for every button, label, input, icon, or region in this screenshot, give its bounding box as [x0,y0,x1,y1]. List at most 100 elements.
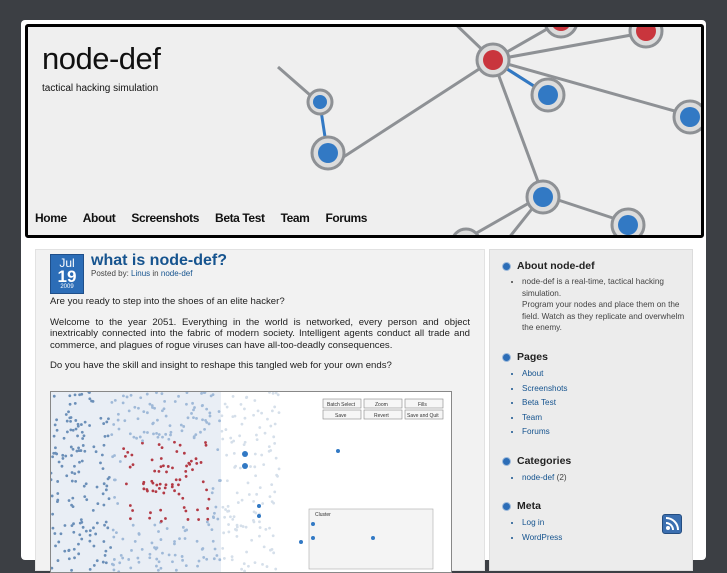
meta-wordpress[interactable]: WordPress [522,533,562,542]
screenshot-dot [104,561,108,565]
screenshot-dot [229,436,233,440]
screenshot-dot [88,539,92,543]
widget-title: Categories [517,455,572,467]
screenshot-dot [104,549,108,553]
screenshot-dot [222,557,226,560]
pages-link-forums[interactable]: Forums [522,427,550,436]
screenshot-dot [145,488,149,491]
screenshot-dot [231,395,235,398]
post-content: Jul 19 2009 what is node-def? Posted by:… [35,249,485,573]
screenshot-dot [196,508,199,512]
screenshot-dot [168,424,172,428]
screenshot-dot [272,501,276,505]
screenshot-dot [243,416,247,420]
nav-forums[interactable]: Forums [325,211,367,225]
rss-feed-icon[interactable] [662,514,682,534]
screenshot-dot [177,492,181,496]
post-date-badge: Jul 19 2009 [50,254,84,294]
screenshot-dot [70,479,74,483]
widget-about: About node-def node-def is a real-time, … [502,260,687,334]
screenshot-dot [113,454,116,457]
screenshot-dot [235,491,239,495]
screenshot-dot [63,549,67,553]
screenshot-dot [247,564,250,568]
screenshot-dot [92,526,95,530]
shot-btn-zoom: Zoom [375,402,388,408]
screenshot-dot [245,396,248,400]
sidebar: About node-def node-def is a real-time, … [489,249,693,571]
screenshot-dot [225,479,229,483]
screenshot-dot [224,428,228,431]
screenshot-dot [184,564,188,568]
screenshot-dot [216,517,220,521]
screenshot-dot [70,503,73,507]
screenshot-dot [117,427,121,431]
meta-login[interactable]: Log in [522,518,544,527]
screenshot-dot [112,568,116,572]
screenshot-dot [161,551,164,555]
screenshot-dot [137,406,140,410]
screenshot-dot [78,393,82,397]
author-link[interactable]: Linus [131,269,150,278]
screenshot-dot [243,407,246,411]
screenshot-dot [273,405,277,409]
screenshot-dot [155,557,159,561]
widget-title: About node-def [517,260,595,272]
shot-btn-batch: Batch Select [327,402,356,408]
post-title[interactable]: what is node-def? [91,252,227,270]
screenshot-dot [208,414,212,418]
screenshot-dot [101,467,105,470]
screenshot-dot [118,561,122,565]
screenshot-dot [159,519,163,523]
nav-team[interactable]: Team [281,211,310,225]
screenshot-dot [73,393,77,397]
screenshot-dot [269,424,273,428]
pages-link-screenshots[interactable]: Screenshots [522,384,568,393]
nav-about[interactable]: About [83,211,116,225]
screenshot-dot [127,558,131,561]
screenshot-dot [88,397,92,401]
screenshot-dot [142,480,146,484]
screenshot-dot [132,435,136,439]
screenshot-dot [153,523,157,527]
screenshot-dot [105,484,109,488]
nav-beta-test[interactable]: Beta Test [215,211,265,225]
pages-link-about[interactable]: About [522,369,543,378]
screenshot-dot [217,410,221,413]
screenshot-dot [260,411,264,415]
category-link[interactable]: node-def [161,269,193,278]
screenshot-dot [173,553,177,557]
screenshot-dot [71,447,75,451]
screenshot-dot [267,449,271,453]
screenshot-dot [213,547,217,551]
screenshot-dot [92,544,96,548]
category-node-def[interactable]: node-def [522,473,554,482]
screenshot-dot [232,439,236,443]
nav-screenshots[interactable]: Screenshots [131,211,199,225]
screenshot-dot [54,451,57,455]
screenshot-dot [249,465,252,468]
screenshot-dot [180,429,184,433]
pages-link-team[interactable]: Team [522,413,542,422]
screenshot-dot [165,527,169,530]
shot-cluster-label: Cluster [315,512,331,518]
screenshot-dot [150,458,154,462]
screenshot-dot [57,460,61,464]
screenshot-dot [68,416,72,420]
screenshot-dot [204,441,207,444]
site-title[interactable]: node-def [42,41,161,77]
game-screenshot[interactable]: Batch Select Zoom Fills Save Revert Save… [50,391,452,573]
pages-link-beta-test[interactable]: Beta Test [522,398,556,407]
nav-home[interactable]: Home [35,211,67,225]
screenshot-dot [241,525,245,528]
screenshot-dot [113,495,116,499]
screenshot-dot [106,434,110,438]
screenshot-dot [232,515,236,519]
screenshot-dot [156,568,160,572]
screenshot-dot [215,554,219,557]
screenshot-dot [191,401,194,405]
screenshot-dot [77,470,81,474]
screenshot-dot [67,549,71,552]
screenshot-dot [258,526,262,529]
screenshot-dot [226,504,230,508]
